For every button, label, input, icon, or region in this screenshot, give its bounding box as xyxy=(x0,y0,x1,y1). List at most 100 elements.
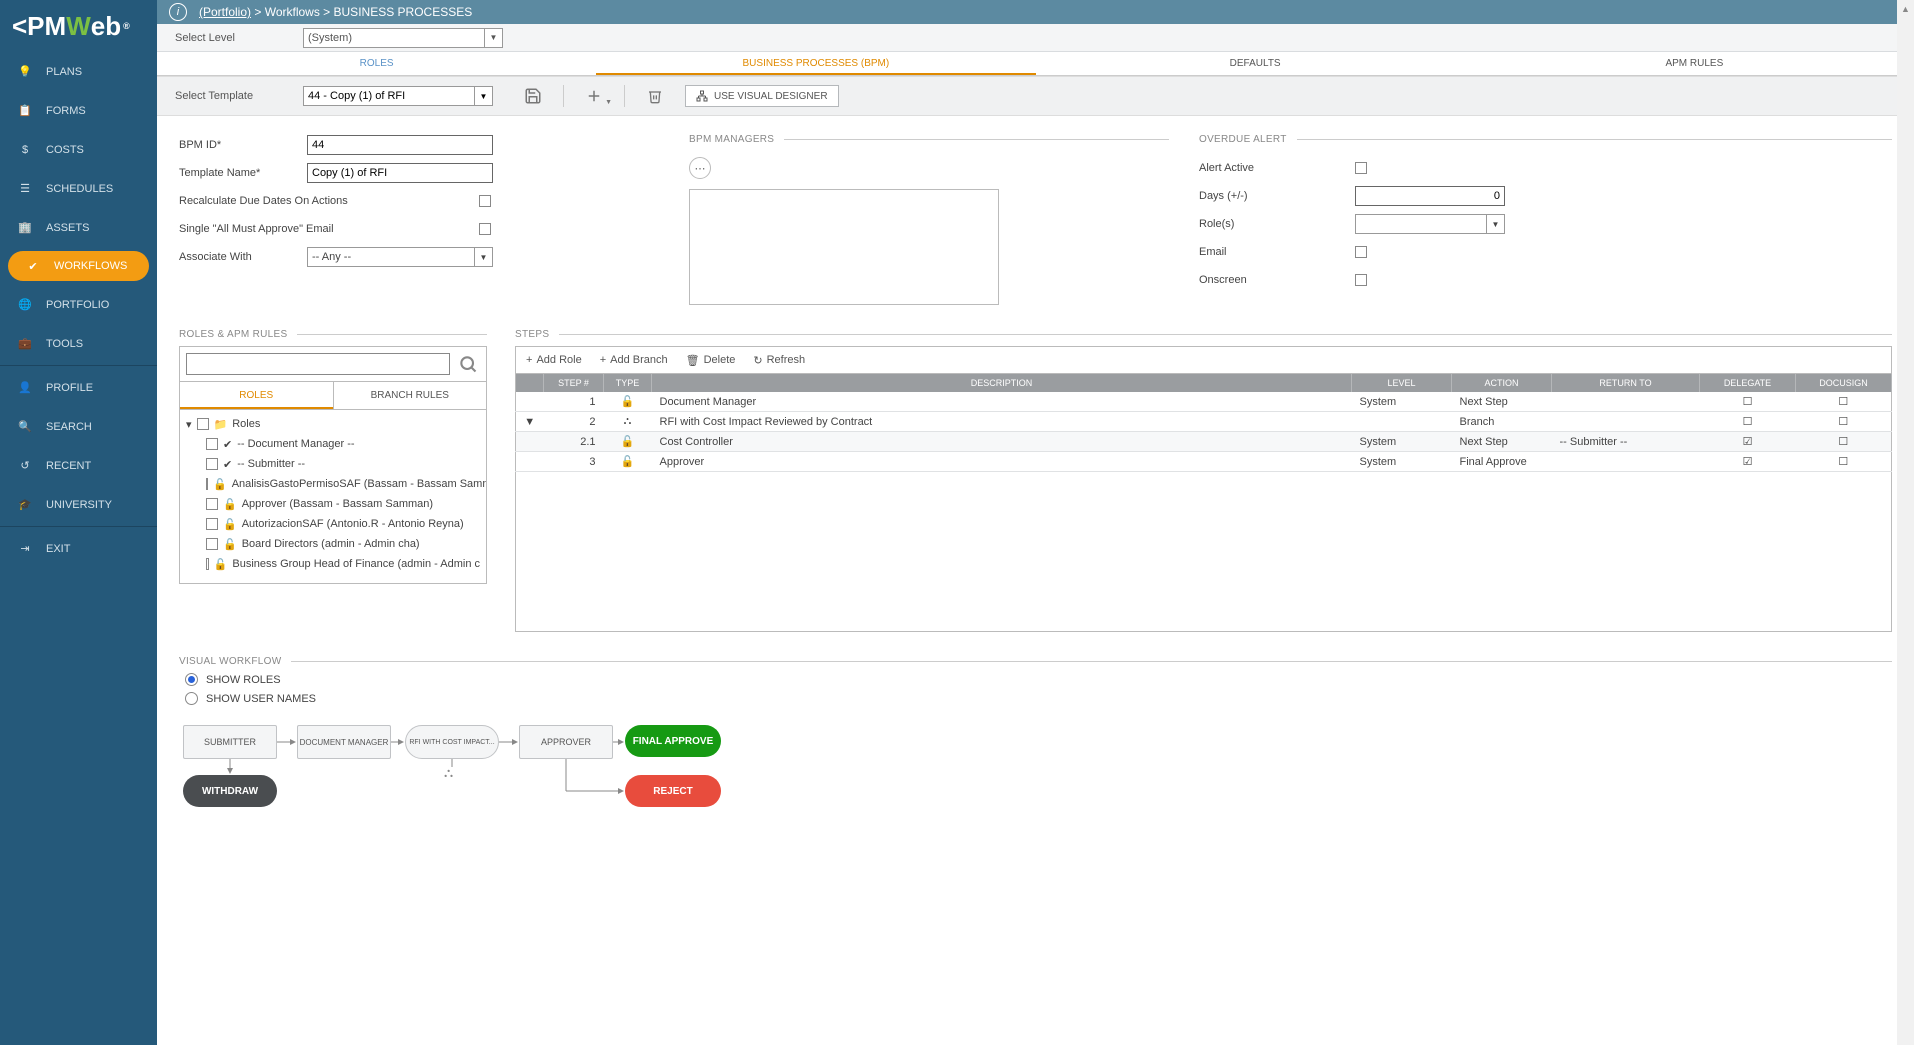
nav-workflows[interactable]: ✔WORKFLOWS xyxy=(8,251,149,281)
tree-checkbox[interactable] xyxy=(206,438,218,450)
plus-icon: + xyxy=(600,354,606,366)
nav-costs[interactable]: $COSTS xyxy=(0,130,157,169)
template-toolbar: Select Template 44 - Copy (1) of RFI ▼ ▼… xyxy=(157,76,1914,116)
tree-collapse-icon[interactable]: ▾ xyxy=(186,418,192,431)
history-icon: ↺ xyxy=(14,459,36,472)
delete-button[interactable]: 🗑Delete xyxy=(686,354,736,367)
briefcase-icon: 💼 xyxy=(14,337,36,350)
nav-plans[interactable]: 💡PLANS xyxy=(0,52,157,91)
tree-checkbox[interactable] xyxy=(206,538,218,550)
building-icon: 🏢 xyxy=(14,221,36,234)
table-row[interactable]: ▼2⛬RFI with Cost Impact Reviewed by Cont… xyxy=(516,412,1892,432)
nav-forms[interactable]: 📋FORMS xyxy=(0,91,157,130)
delete-icon[interactable] xyxy=(643,84,667,108)
wf-rfi[interactable]: RFI WITH COST IMPACT... xyxy=(405,725,499,759)
tree-checkbox[interactable] xyxy=(206,498,218,510)
add-branch-button[interactable]: +Add Branch xyxy=(600,354,668,366)
exit-icon: ⇥ xyxy=(14,542,36,555)
table-row[interactable]: 3🔓ApproverSystemFinal Approve☑☐ xyxy=(516,452,1892,472)
nav-search[interactable]: 🔍SEARCH xyxy=(0,407,157,446)
nav-portfolio[interactable]: 🌐PORTFOLIO xyxy=(0,285,157,324)
roles-search-input[interactable] xyxy=(186,353,450,375)
chevron-down-icon: ▼ xyxy=(1486,215,1504,233)
nav-exit[interactable]: ⇥EXIT xyxy=(0,529,157,568)
sidebar: <PMWeb® 💡PLANS 📋FORMS $COSTS ☰SCHEDULES … xyxy=(0,0,157,1045)
check-icon: ✔ xyxy=(223,458,232,471)
tree-checkbox[interactable] xyxy=(206,558,209,570)
tree-item[interactable]: AutorizacionSAF (Antonio.R - Antonio Rey… xyxy=(242,518,464,530)
bpm-id-input[interactable] xyxy=(307,135,493,155)
tree-item[interactable]: Business Group Head of Finance (admin - … xyxy=(232,558,480,570)
bpm-managers-more-button[interactable]: ⋯ xyxy=(689,157,711,179)
roles-dropdown[interactable]: ▼ xyxy=(1355,214,1505,234)
table-row[interactable]: 2.1🔓Cost ControllerSystemNext Step-- Sub… xyxy=(516,432,1892,452)
visual-designer-button[interactable]: USE VISUAL DESIGNER xyxy=(685,85,839,107)
recalc-label: Recalculate Due Dates On Actions xyxy=(179,195,479,207)
visual-workflow-header: VISUAL WORKFLOW xyxy=(179,656,281,667)
email-checkbox[interactable] xyxy=(1355,246,1367,258)
assoc-dropdown[interactable]: -- Any --▼ xyxy=(307,247,493,267)
nav-label: UNIVERSITY xyxy=(46,499,112,511)
wf-submitter[interactable]: SUBMITTER xyxy=(183,725,277,759)
nav-label: SCHEDULES xyxy=(46,183,113,195)
tree-item[interactable]: -- Document Manager -- xyxy=(237,438,354,450)
days-input[interactable] xyxy=(1355,186,1505,206)
alert-active-label: Alert Active xyxy=(1199,162,1355,174)
template-name-input[interactable] xyxy=(307,163,493,183)
info-icon[interactable]: i xyxy=(169,3,187,21)
tree-checkbox[interactable] xyxy=(206,478,208,490)
breadcrumb-portfolio[interactable]: (Portfolio) xyxy=(199,5,251,19)
show-roles-label: SHOW ROLES xyxy=(206,674,281,686)
tree-item[interactable]: Approver (Bassam - Bassam Samman) xyxy=(242,498,433,510)
add-role-button[interactable]: +Add Role xyxy=(526,354,582,366)
nav-label: ASSETS xyxy=(46,222,89,234)
main-tabs: ROLES BUSINESS PROCESSES (BPM) DEFAULTS … xyxy=(157,52,1914,76)
onscreen-checkbox[interactable] xyxy=(1355,274,1367,286)
tab-defaults[interactable]: DEFAULTS xyxy=(1036,52,1475,75)
wf-reject[interactable]: REJECT xyxy=(625,775,721,807)
nav-profile[interactable]: 👤PROFILE xyxy=(0,368,157,407)
show-users-radio[interactable] xyxy=(185,692,198,705)
tree-checkbox[interactable] xyxy=(197,418,209,430)
wf-docmgr[interactable]: DOCUMENT MANAGER xyxy=(297,725,391,759)
roles-subtab-branch[interactable]: BRANCH RULES xyxy=(333,382,487,409)
roles-tree[interactable]: ▾📁Roles ✔-- Document Manager -- ✔-- Subm… xyxy=(179,410,487,584)
tree-item[interactable]: AnalisisGastoPermisoSAF (Bassam - Bassam… xyxy=(232,478,487,490)
roles-label: Role(s) xyxy=(1199,218,1355,230)
add-icon[interactable]: ▼ xyxy=(582,84,606,108)
save-icon[interactable] xyxy=(521,84,545,108)
show-users-label: SHOW USER NAMES xyxy=(206,693,316,705)
table-row[interactable]: 1🔓Document ManagerSystemNext Step☐☐ xyxy=(516,392,1892,412)
select-level-dropdown[interactable]: (System) ▼ xyxy=(303,28,503,48)
bpm-managers-list[interactable] xyxy=(689,189,999,305)
tab-apm[interactable]: APM RULES xyxy=(1475,52,1914,75)
assoc-label: Associate With xyxy=(179,251,307,263)
tree-item[interactable]: -- Submitter -- xyxy=(237,458,305,470)
nav-recent[interactable]: ↺RECENT xyxy=(0,446,157,485)
nav-label: PROFILE xyxy=(46,382,93,394)
single-email-checkbox[interactable] xyxy=(479,223,491,235)
nav-label: COSTS xyxy=(46,144,84,156)
wf-withdraw[interactable]: WITHDRAW xyxy=(183,775,277,807)
nav-assets[interactable]: 🏢 ASSETS xyxy=(0,208,157,247)
tree-checkbox[interactable] xyxy=(206,458,218,470)
roles-subtab-roles[interactable]: ROLES xyxy=(180,382,333,409)
nav-schedules[interactable]: ☰SCHEDULES xyxy=(0,169,157,208)
nav-university[interactable]: 🎓UNIVERSITY xyxy=(0,485,157,524)
nav-tools[interactable]: 💼TOOLS xyxy=(0,324,157,363)
tab-bpm[interactable]: BUSINESS PROCESSES (BPM) xyxy=(596,52,1035,75)
show-roles-radio[interactable] xyxy=(185,673,198,686)
tree-item[interactable]: Board Directors (admin - Admin cha) xyxy=(242,538,420,550)
wf-final-approve[interactable]: FINAL APPROVE xyxy=(625,725,721,757)
alert-active-checkbox[interactable] xyxy=(1355,162,1367,174)
level-row: Select Level (System) ▼ xyxy=(157,24,1914,52)
page-scrollbar[interactable]: ▲ xyxy=(1897,0,1914,1045)
select-template-dropdown[interactable]: 44 - Copy (1) of RFI ▼ xyxy=(303,86,493,106)
breadcrumb-workflows: Workflows xyxy=(265,5,320,19)
recalc-checkbox[interactable] xyxy=(479,195,491,207)
tree-checkbox[interactable] xyxy=(206,518,218,530)
tab-roles[interactable]: ROLES xyxy=(157,52,596,75)
search-icon[interactable] xyxy=(456,352,480,376)
wf-approver[interactable]: APPROVER xyxy=(519,725,613,759)
refresh-button[interactable]: ↻Refresh xyxy=(753,354,805,367)
